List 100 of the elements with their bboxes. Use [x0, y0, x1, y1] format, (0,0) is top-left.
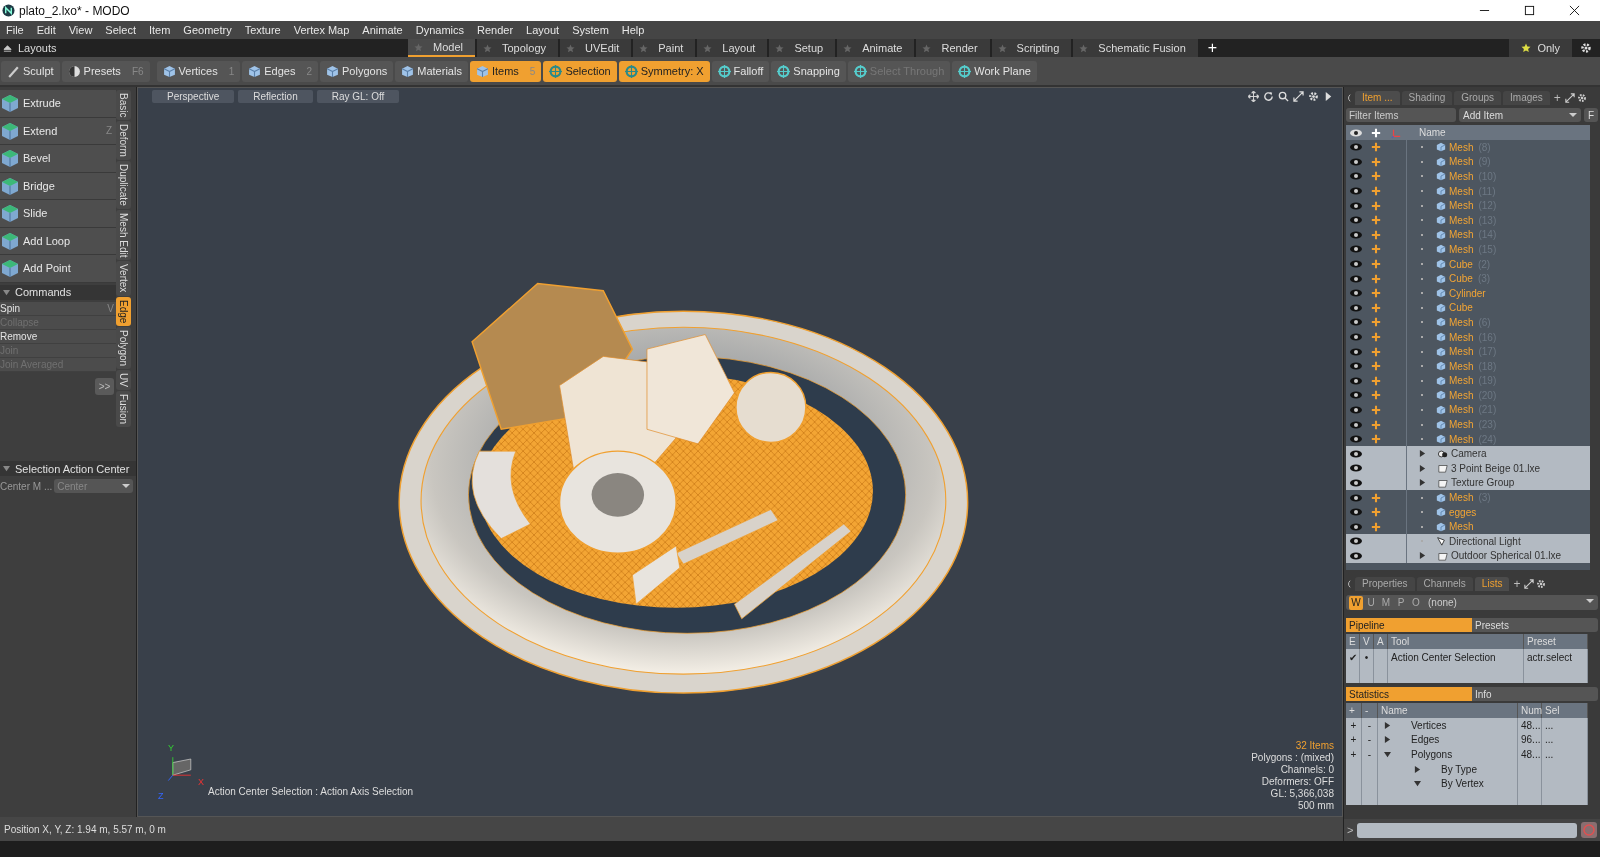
filter-items-field[interactable]: Filter Items: [1346, 108, 1456, 122]
menu-item[interactable]: Help: [615, 24, 652, 36]
move-icon[interactable]: [1371, 244, 1381, 255]
column-header[interactable]: V: [1360, 634, 1374, 649]
menu-item[interactable]: Render: [471, 24, 521, 36]
side-tab[interactable]: Polygon: [116, 327, 131, 370]
toolbar-toggle[interactable]: Selection: [543, 60, 617, 82]
menu-item[interactable]: View: [62, 24, 100, 36]
expand-icon[interactable]: [1524, 578, 1535, 589]
remove-stat-button[interactable]: -: [1367, 719, 1372, 731]
menu-item[interactable]: Select: [99, 24, 143, 36]
expand-arrow-icon[interactable]: [1419, 464, 1426, 472]
more-button[interactable]: >>: [95, 377, 114, 395]
add-layout-button[interactable]: +: [1199, 39, 1226, 57]
enabled-cell[interactable]: ✔: [1346, 649, 1360, 665]
layout-tab[interactable]: UVEdit: [560, 39, 632, 57]
subpanel-tab[interactable]: Info: [1472, 687, 1598, 701]
move-icon[interactable]: [1371, 142, 1381, 153]
move-icon[interactable]: [1371, 521, 1381, 532]
remove-stat-button[interactable]: -: [1367, 749, 1372, 760]
add-stat-button[interactable]: +: [1350, 719, 1357, 731]
panel-tab[interactable]: Shading: [1401, 90, 1453, 105]
layouts-label[interactable]: Layouts: [18, 42, 408, 54]
move-icon[interactable]: [1371, 507, 1381, 518]
move-icon[interactable]: [1371, 171, 1381, 182]
layout-tab[interactable]: Model: [408, 39, 475, 57]
side-tab[interactable]: Fusion: [116, 391, 131, 428]
move-icon[interactable]: [1371, 273, 1381, 284]
move-icon[interactable]: [1371, 492, 1381, 503]
viewport-option-button[interactable]: Ray GL: Off: [316, 90, 400, 103]
command-field[interactable]: [1357, 822, 1577, 838]
zoom-icon[interactable]: [1278, 91, 1289, 102]
menu-item[interactable]: Geometry: [177, 24, 239, 36]
add-item-dropdown[interactable]: Add Item: [1459, 108, 1581, 122]
panel-tab[interactable]: Channels: [1416, 576, 1473, 591]
command-button[interactable]: Spin V: [0, 301, 116, 316]
settings-icon[interactable]: [1536, 578, 1547, 589]
maximize-icon[interactable]: [1524, 5, 1535, 16]
move-icon[interactable]: [1371, 332, 1381, 342]
expand-arrow-icon[interactable]: [1384, 736, 1391, 744]
side-tab[interactable]: Edge: [116, 296, 131, 327]
layout-tab[interactable]: Paint: [633, 39, 696, 57]
selection-mode-button[interactable]: Polygons: [320, 60, 394, 82]
viewport-option-button[interactable]: Reflection: [238, 90, 313, 103]
close-icon[interactable]: [1569, 5, 1580, 16]
layout-tab[interactable]: Animate: [837, 39, 915, 57]
move-icon[interactable]: [1371, 156, 1381, 167]
add-tab-button[interactable]: +: [1511, 576, 1523, 591]
layout-tab[interactable]: Layout: [697, 39, 768, 57]
column-header[interactable]: Sel: [1542, 703, 1588, 718]
selection-mode-button[interactable]: Items 5: [469, 60, 542, 82]
layout-tab[interactable]: Render: [916, 39, 990, 57]
move-icon[interactable]: [1371, 361, 1381, 372]
collapse-arrow-icon[interactable]: [1414, 780, 1421, 788]
move-icon[interactable]: [1371, 434, 1381, 445]
section-header[interactable]: Commands: [0, 284, 116, 300]
panel-tab[interactable]: Properties: [1355, 576, 1415, 591]
filter-toggle[interactable]: O: [1409, 595, 1423, 610]
column-header[interactable]: Tool: [1388, 634, 1524, 649]
filter-toggle[interactable]: U: [1364, 595, 1378, 610]
move-icon[interactable]: [1371, 288, 1381, 299]
add-stat-button[interactable]: +: [1350, 734, 1357, 746]
menu-item[interactable]: Edit: [30, 24, 63, 36]
section-header[interactable]: Selection Action Center: [0, 461, 136, 477]
right-arrow-icon[interactable]: [1323, 91, 1334, 102]
toolbar-toggle[interactable]: Snapping: [771, 60, 846, 82]
item-row[interactable]: 3 Point Beige 01.lxe: [1346, 461, 1590, 476]
move-icon[interactable]: [1371, 200, 1381, 211]
move-icon[interactable]: [1371, 215, 1381, 226]
menu-item[interactable]: Texture: [238, 24, 288, 36]
side-tab[interactable]: Basic: [116, 90, 131, 121]
layout-tab[interactable]: Setup: [769, 39, 836, 57]
panel-tab[interactable]: Lists: [1474, 576, 1510, 591]
collapse-arrow-icon[interactable]: [1384, 751, 1391, 758]
move-icon[interactable]: [1371, 302, 1381, 313]
move-icon[interactable]: [1371, 259, 1381, 270]
move-icon[interactable]: [1248, 91, 1259, 102]
settings-icon[interactable]: [1580, 42, 1592, 54]
add-stat-button[interactable]: +: [1350, 749, 1357, 760]
side-tab[interactable]: Vertex: [116, 261, 131, 296]
toolbar-toggle[interactable]: Work Plane: [952, 60, 1037, 82]
expand-arrow-icon[interactable]: [1384, 721, 1391, 729]
column-header[interactable]: Preset: [1524, 634, 1588, 649]
column-header[interactable]: Name: [1419, 127, 1446, 138]
move-icon[interactable]: [1371, 346, 1381, 357]
subpanel-tab[interactable]: Pipeline: [1346, 618, 1472, 632]
filter-toggle[interactable]: P: [1394, 595, 1408, 610]
column-header[interactable]: -: [1362, 703, 1378, 718]
move-icon[interactable]: [1371, 375, 1381, 386]
only-button[interactable]: Only: [1509, 39, 1572, 57]
subpanel-tab[interactable]: Statistics: [1346, 687, 1472, 701]
column-header[interactable]: Num: [1518, 703, 1542, 718]
side-tab[interactable]: Duplicate: [116, 161, 131, 209]
filter-toggle[interactable]: W: [1349, 595, 1363, 610]
item-row[interactable]: Directional Light: [1346, 534, 1590, 549]
move-icon[interactable]: [1371, 419, 1381, 430]
panel-tab[interactable]: Item ...: [1355, 90, 1400, 105]
column-header[interactable]: Name: [1378, 703, 1518, 718]
layout-tab[interactable]: Topology: [476, 39, 558, 57]
menu-item[interactable]: Item: [142, 24, 178, 36]
